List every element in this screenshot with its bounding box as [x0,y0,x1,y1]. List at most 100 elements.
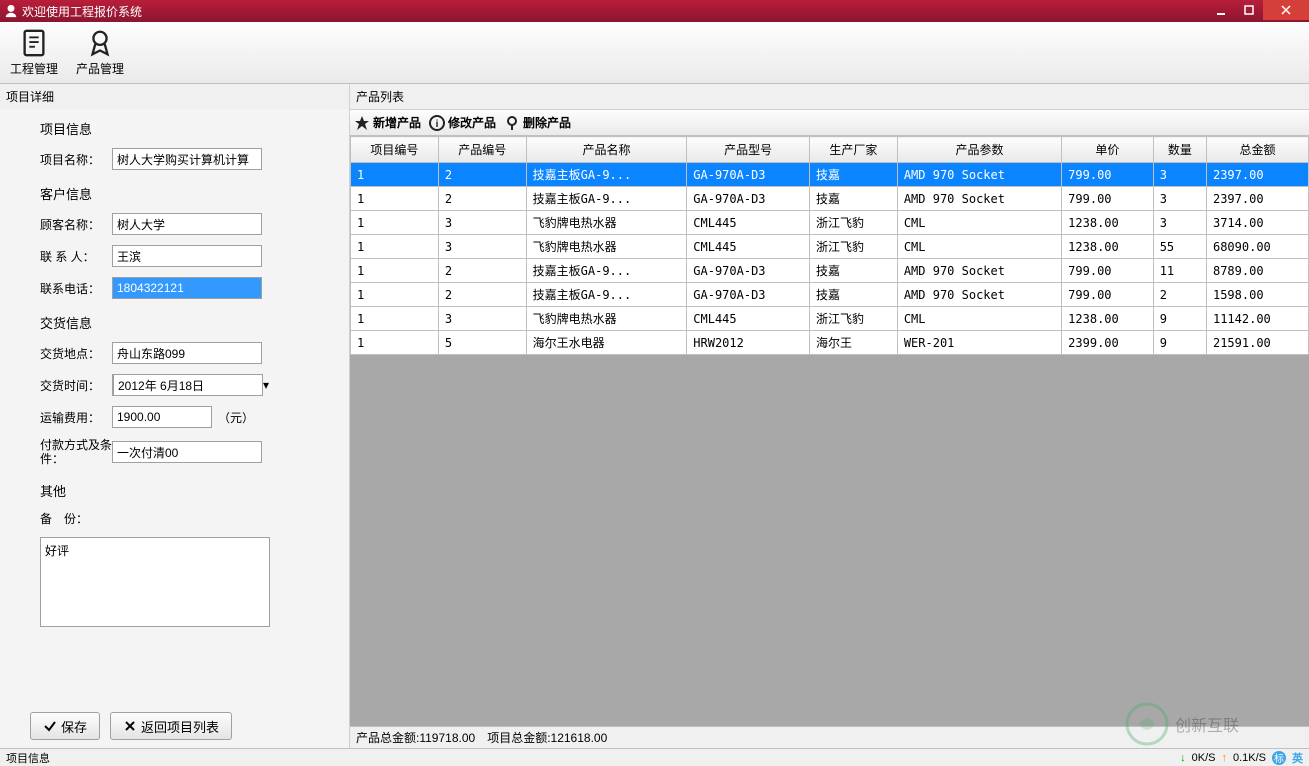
ime-indicator-1[interactable]: 标 [1272,751,1286,765]
remarks-textarea[interactable]: 好评 [40,537,270,627]
customer-info-legend: 客户信息 [40,184,319,203]
table-cell: 海尔王水电器 [526,331,687,355]
project-total-label: 项目总金额: [487,731,550,745]
table-cell: 1 [351,187,439,211]
svg-text:i: i [436,119,439,130]
project-management-button[interactable]: 工程管理 [6,26,62,79]
status-bar: 项目信息 ↓ 0K/S ↑ 0.1K/S 标 英 [0,748,1309,766]
table-cell: 浙江飞豹 [810,307,898,331]
table-header[interactable]: 产品参数 [897,137,1061,163]
table-row[interactable]: 13飞豹牌电热水器CML445浙江飞豹CML1238.0033714.00 [351,211,1309,235]
title-bar: 欢迎使用工程报价系统 [0,0,1309,22]
minimize-button[interactable] [1207,0,1235,20]
table-cell: 2397.00 [1206,187,1308,211]
table-cell: 技嘉 [810,187,898,211]
table-cell: 技嘉 [810,283,898,307]
product-list-panel: 产品列表 新增产品 i 修改产品 删除产品 项目编号产品编号产品名称产品型号生产… [350,84,1309,748]
table-row[interactable]: 12技嘉主板GA-9...GA-970A-D3技嘉AMD 970 Socket7… [351,283,1309,307]
table-cell: 1 [351,211,439,235]
delivery-addr-input[interactable] [112,342,262,364]
shipping-fee-label: 运输费用： [40,409,112,426]
table-cell: 1238.00 [1062,235,1154,259]
table-cell: WER-201 [897,331,1061,355]
net-up-speed: 0.1K/S [1233,752,1266,764]
table-cell: 2397.00 [1206,163,1308,187]
table-cell: 9 [1153,331,1206,355]
table-row[interactable]: 12技嘉主板GA-9...GA-970A-D3技嘉AMD 970 Socket7… [351,259,1309,283]
window-title: 欢迎使用工程报价系统 [22,3,142,20]
delete-product-button[interactable]: 删除产品 [504,114,571,131]
table-header[interactable]: 产品编号 [438,137,526,163]
table-header[interactable]: 数量 [1153,137,1206,163]
table-cell: 8789.00 [1206,259,1308,283]
table-cell: CML445 [687,307,810,331]
table-row[interactable]: 13飞豹牌电热水器CML445浙江飞豹CML1238.005568090.00 [351,235,1309,259]
product-toolbar: 新增产品 i 修改产品 删除产品 [350,110,1309,136]
delivery-info-section: 交货信息 交货地点： 交货时间： ▾ 运输费用： （元） [40,313,319,467]
table-cell: 2 [438,283,526,307]
other-section: 其他 备 份： 好评 [40,481,319,630]
table-cell: 3 [438,211,526,235]
table-row[interactable]: 12技嘉主板GA-9...GA-970A-D3技嘉AMD 970 Socket7… [351,187,1309,211]
table-header[interactable]: 生产厂家 [810,137,898,163]
date-dropdown-icon[interactable]: ▾ [263,378,269,392]
save-button-label: 保存 [61,717,87,736]
contact-person-label: 联 系 人： [40,248,112,265]
table-cell: 技嘉 [810,163,898,187]
table-cell: AMD 970 Socket [897,187,1061,211]
product-total-value: 119718.00 [419,731,475,745]
table-cell: 11 [1153,259,1206,283]
table-cell: 9 [1153,307,1206,331]
product-management-button[interactable]: 产品管理 [72,26,128,79]
table-header[interactable]: 产品名称 [526,137,687,163]
project-detail-title: 项目详细 [0,84,349,109]
table-cell: 799.00 [1062,259,1154,283]
table-header[interactable]: 项目编号 [351,137,439,163]
table-header[interactable]: 产品型号 [687,137,810,163]
table-cell: 21591.00 [1206,331,1308,355]
table-cell: 799.00 [1062,187,1154,211]
cross-icon [123,719,137,733]
delivery-addr-label: 交货地点： [40,345,112,362]
table-cell: AMD 970 Socket [897,283,1061,307]
maximize-button[interactable] [1235,0,1263,20]
contact-phone-input[interactable] [112,277,262,299]
project-total-value: 121618.00 [551,731,608,745]
table-cell: 飞豹牌电热水器 [526,235,687,259]
table-cell: 3 [1153,163,1206,187]
table-cell: 1238.00 [1062,307,1154,331]
table-header[interactable]: 总金额 [1206,137,1308,163]
check-icon [43,719,57,733]
table-cell: 3 [1153,211,1206,235]
customer-name-input[interactable] [112,213,262,235]
project-name-input[interactable] [112,148,262,170]
delivery-time-input[interactable] [113,374,263,396]
add-product-button[interactable]: 新增产品 [354,114,421,131]
delete-product-label: 删除产品 [523,114,571,131]
table-row[interactable]: 15海尔王水电器HRW2012海尔王WER-2012399.00921591.0… [351,331,1309,355]
project-info-section: 项目信息 项目名称： [40,119,319,170]
delivery-time-picker[interactable]: ▾ [112,374,262,396]
close-button[interactable] [1263,0,1309,20]
save-button[interactable]: 保存 [30,712,100,740]
product-table-container[interactable]: 项目编号产品编号产品名称产品型号生产厂家产品参数单价数量总金额 12技嘉主板GA… [350,136,1309,726]
delivery-time-label: 交货时间： [40,377,112,394]
table-row[interactable]: 12技嘉主板GA-9...GA-970A-D3技嘉AMD 970 Socket7… [351,163,1309,187]
table-row[interactable]: 13飞豹牌电热水器CML445浙江飞豹CML1238.00911142.00 [351,307,1309,331]
document-icon [18,28,50,58]
contact-person-input[interactable] [112,245,262,267]
delivery-info-legend: 交货信息 [40,313,319,332]
back-button[interactable]: 返回项目列表 [110,712,232,740]
shipping-fee-input[interactable] [112,406,212,428]
table-header[interactable]: 单价 [1062,137,1154,163]
table-cell: 1 [351,283,439,307]
project-detail-panel: 项目详细 项目信息 项目名称： 客户信息 顾客名称： 联 系 人： [0,84,350,748]
table-cell: 2 [438,187,526,211]
table-cell: 2 [438,163,526,187]
payment-terms-input[interactable] [112,441,262,463]
table-cell: CML [897,235,1061,259]
table-cell: AMD 970 Socket [897,163,1061,187]
ime-indicator-2[interactable]: 英 [1292,750,1303,766]
product-list-title: 产品列表 [350,84,1309,110]
edit-product-button[interactable]: i 修改产品 [429,114,496,131]
